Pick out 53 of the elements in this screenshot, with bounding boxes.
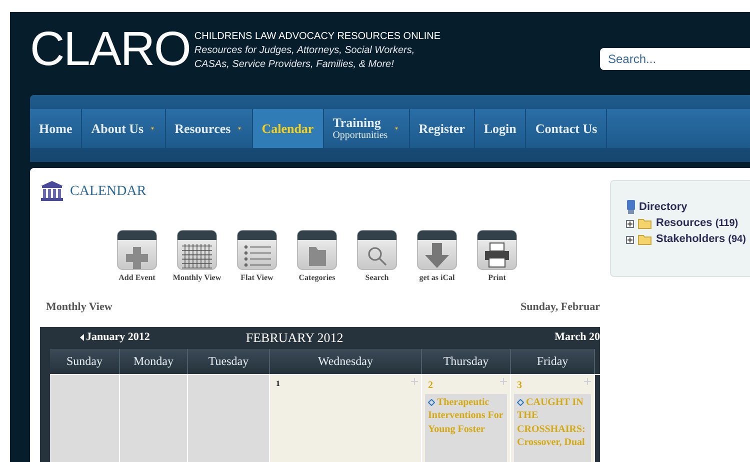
next-month-link[interactable]: March 20 <box>554 329 600 346</box>
toolbar-button[interactable]: get as iCal <box>414 230 460 284</box>
weekday-header: Monday <box>120 348 188 374</box>
expand-toggle[interactable] <box>626 220 634 228</box>
page-title: CALENDAR <box>70 182 146 200</box>
toolbar-button[interactable]: Add Event <box>114 230 160 284</box>
weekday-header: Wednesday <box>270 348 422 374</box>
weekday-header: Sunday <box>50 348 120 374</box>
left-arrow-icon <box>80 334 84 341</box>
tagline: CASAs, Service Providers, Families, & More! <box>194 58 395 72</box>
event-marker-icon <box>517 398 524 406</box>
folder-tool-icon <box>297 230 337 270</box>
expand-toggle[interactable] <box>626 236 634 244</box>
toolbar-button[interactable]: Print <box>474 230 520 284</box>
nav-item[interactable]: Login <box>474 109 526 148</box>
logo[interactable]: CLARO <box>30 26 190 74</box>
list-tool-icon <box>237 230 277 270</box>
nav-item[interactable]: Register <box>410 109 475 148</box>
nav-item[interactable]: About Us <box>82 109 166 148</box>
month-tool-icon <box>177 230 217 270</box>
nav-item[interactable]: Contact Us <box>526 109 608 148</box>
toolbar-button[interactable]: Search <box>354 230 400 284</box>
month-title: FEBRUARY 2012 <box>246 328 344 347</box>
folder-icon <box>638 234 652 245</box>
print-tool-icon <box>477 230 517 270</box>
event-marker-icon <box>428 398 435 406</box>
add-icon[interactable] <box>411 378 418 384</box>
add-tool-icon <box>117 230 157 270</box>
search-tool-icon <box>357 230 397 270</box>
download-tool-icon <box>417 230 457 270</box>
toolbar-button[interactable]: Flat View <box>234 230 280 284</box>
prev-month-link[interactable]: January 2012 <box>80 329 150 346</box>
day-number[interactable]: 1 <box>273 378 280 390</box>
nav-item[interactable]: Home <box>30 109 82 148</box>
courthouse-icon <box>40 180 64 202</box>
search-field[interactable]: Search... <box>600 48 750 70</box>
add-icon[interactable] <box>584 378 591 384</box>
view-label: Monthly View <box>46 300 112 315</box>
directory-link[interactable]: Stakeholders (94) <box>656 231 746 248</box>
tagline: Resources for Judges, Attorneys, Social Workers, <box>194 44 416 58</box>
computer-icon <box>626 200 636 214</box>
weekday-header: Friday <box>511 348 595 374</box>
directory-title: Directory <box>639 200 688 215</box>
toolbar-button[interactable]: Monthly View <box>174 230 220 284</box>
date-label: Sunday, Februar <box>520 300 600 315</box>
weekday-header: Tuesday <box>188 348 270 374</box>
toolbar-button[interactable]: Categories <box>294 230 340 284</box>
add-icon[interactable] <box>500 378 507 384</box>
directory-link[interactable]: Resources (119) <box>656 215 738 232</box>
folder-icon <box>638 218 652 229</box>
site-title: CHILDRENS LAW ADVOCACY RESOURCES ONLINE <box>194 30 441 44</box>
weekday-header: Thursday <box>422 348 511 374</box>
nav-item[interactable]: Training Opportunities <box>324 109 410 148</box>
